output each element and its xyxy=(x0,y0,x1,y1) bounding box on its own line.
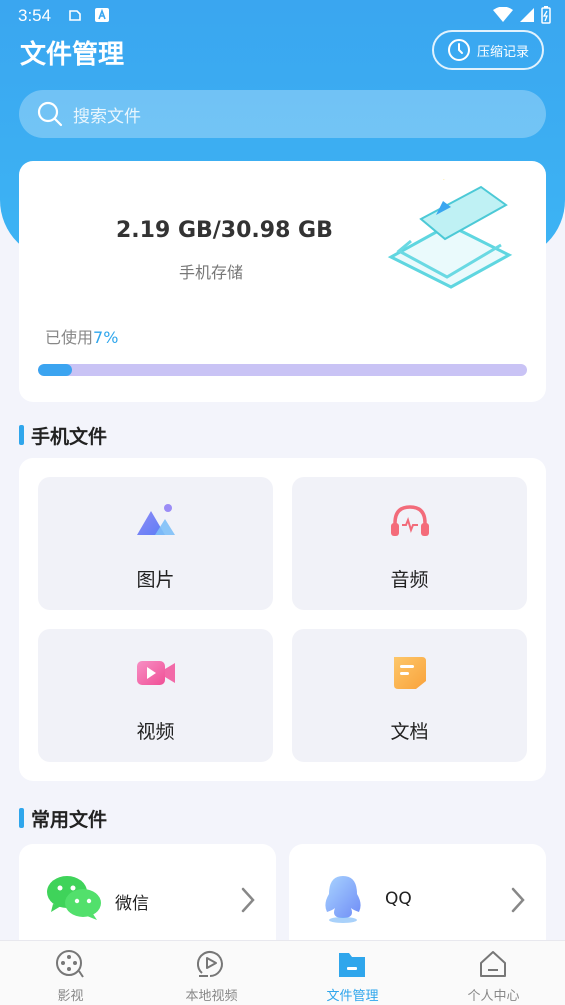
compress-history-label: 压缩记录 xyxy=(476,44,529,60)
play-icon xyxy=(196,951,223,977)
tile-images[interactable]: 图片 xyxy=(38,477,273,610)
tab-profile[interactable]: 个人中心 xyxy=(423,941,564,1005)
storage-amount: 2.19 GB/30.98 GB xyxy=(116,218,333,243)
bottom-tab-bar: 影视 本地视频 文件管理 个人中心 xyxy=(0,940,565,1005)
tile-documents-label: 文档 xyxy=(390,721,429,743)
tab-file-manager-label: 文件管理 xyxy=(326,989,379,1004)
wechat-icon xyxy=(47,876,101,920)
used-percent: 7% xyxy=(93,328,119,347)
storage-label: 手机存储 xyxy=(179,263,244,282)
storage-progress-bar xyxy=(38,364,527,376)
tab-movies-label: 影视 xyxy=(57,989,84,1004)
image-icon xyxy=(137,504,175,535)
home-icon xyxy=(480,951,506,977)
clock-icon xyxy=(447,39,470,61)
used-prefix: 已使用 xyxy=(45,328,94,347)
chevron-right-icon xyxy=(511,887,525,913)
chevron-right-icon xyxy=(241,887,255,913)
compress-history-button[interactable]: 压缩记录 xyxy=(432,30,544,70)
tab-local-video[interactable]: 本地视频 xyxy=(141,941,282,1005)
common-item-wechat[interactable]: 微信 xyxy=(19,844,276,954)
tile-images-label: 图片 xyxy=(136,569,175,591)
status-bar: 3:54 xyxy=(0,0,565,30)
phone-illustration xyxy=(387,179,513,289)
wifi-icon xyxy=(493,7,513,22)
video-icon xyxy=(137,661,175,685)
common-item-wechat-label: 微信 xyxy=(115,894,149,914)
storage-progress-fill xyxy=(38,364,73,376)
search-placeholder: 搜索文件 xyxy=(73,106,141,127)
search-input[interactable]: 搜索文件 xyxy=(19,90,546,138)
status-time: 3:54 xyxy=(18,6,52,25)
used-label: 已使用7% xyxy=(45,324,118,348)
film-reel-icon xyxy=(56,950,84,978)
folder-icon xyxy=(339,953,365,977)
qq-icon xyxy=(325,876,361,923)
tile-video-label: 视频 xyxy=(136,721,175,743)
search-icon xyxy=(37,101,63,127)
signal-icon xyxy=(520,8,534,22)
tab-local-video-label: 本地视频 xyxy=(185,989,238,1004)
tile-audio-label: 音频 xyxy=(390,569,429,591)
battery-icon xyxy=(541,6,551,24)
tile-audio[interactable]: 音频 xyxy=(292,477,527,610)
headphones-icon xyxy=(391,505,429,536)
notification-icon xyxy=(69,10,81,21)
common-item-qq[interactable]: QQ xyxy=(289,844,546,954)
tile-documents[interactable]: 文档 xyxy=(292,629,527,762)
tab-movies[interactable]: 影视 xyxy=(0,941,141,1005)
tile-video[interactable]: 视频 xyxy=(38,629,273,762)
storage-card: 2.19 GB/30.98 GB 手机存储 已使用7% xyxy=(19,161,546,402)
phone-files-card: 图片 音频 视频 文档 xyxy=(19,458,546,781)
common-item-qq-label: QQ xyxy=(385,889,412,909)
page-title: 文件管理 xyxy=(20,40,125,70)
document-icon xyxy=(394,657,426,689)
phone-files-title: 手机文件 xyxy=(19,422,107,449)
app-badge-icon xyxy=(95,8,109,22)
common-files-title: 常用文件 xyxy=(19,805,107,832)
tab-profile-label: 个人中心 xyxy=(467,989,520,1004)
tab-file-manager[interactable]: 文件管理 xyxy=(282,941,423,1005)
